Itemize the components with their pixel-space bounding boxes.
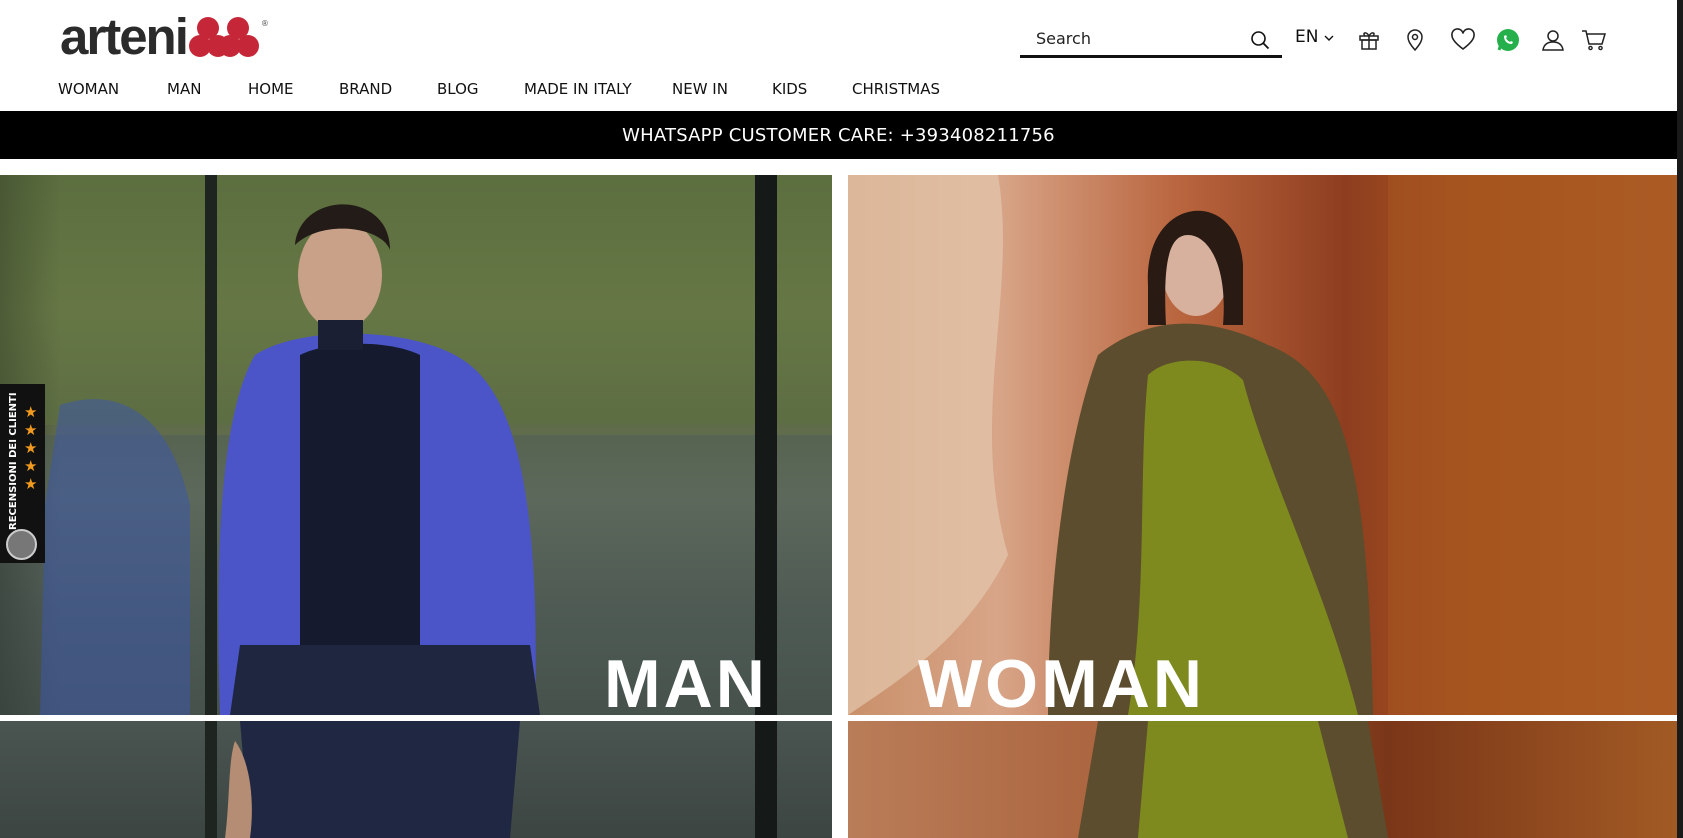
man-tile-continued[interactable] — [0, 721, 832, 838]
location-pin-icon[interactable] — [1402, 27, 1428, 53]
search-icon[interactable] — [1250, 30, 1270, 50]
gift-icon[interactable] — [1356, 27, 1382, 53]
logo-wordmark: arteni — [60, 8, 189, 65]
woman-tile-label: WOMAN — [918, 646, 1205, 715]
nav-item-christmas[interactable]: CHRISTMAS — [852, 80, 940, 98]
star-icon: ★ — [24, 475, 38, 493]
star-icon: ★ — [24, 439, 38, 457]
customer-care-banner[interactable]: WHATSAPP CUSTOMER CARE: +393408211756 — [0, 111, 1677, 159]
nav-item-new-in[interactable]: NEW IN — [672, 80, 728, 98]
heart-icon[interactable] — [1450, 27, 1476, 53]
reviews-label: RECENSIONI DEI CLIENTI — [8, 392, 19, 530]
logo-dots: ® — [188, 17, 269, 59]
arteni-logo[interactable]: arteni ® — [60, 8, 269, 65]
reviews-seal-icon — [6, 529, 37, 560]
man-tile-label: MAN — [604, 646, 768, 715]
cart-icon[interactable] — [1581, 27, 1607, 53]
language-selector[interactable]: EN — [1295, 27, 1334, 47]
star-icon: ★ — [24, 421, 38, 439]
whatsapp-icon[interactable] — [1495, 27, 1521, 53]
nav-item-brand[interactable]: BRAND — [339, 80, 392, 98]
user-icon[interactable] — [1540, 27, 1566, 53]
nav-item-man[interactable]: MAN — [167, 80, 201, 98]
nav-item-woman[interactable]: WOMAN — [58, 80, 119, 98]
woman-category-tile[interactable]: WOMAN — [848, 175, 1677, 715]
nav-item-kids[interactable]: KIDS — [772, 80, 807, 98]
man-category-tile[interactable]: MAN — [0, 175, 832, 715]
registered-mark: ® — [260, 19, 269, 28]
language-label: EN — [1295, 27, 1319, 47]
man-photo — [0, 175, 832, 715]
woman-photo — [848, 175, 1677, 715]
nav-item-made-in-italy[interactable]: MADE IN ITALY — [524, 80, 632, 98]
star-icon: ★ — [24, 403, 38, 421]
search-input[interactable] — [1036, 26, 1236, 50]
banner-text: WHATSAPP CUSTOMER CARE: +393408211756 — [622, 124, 1055, 146]
nav-item-blog[interactable]: BLOG — [437, 80, 479, 98]
site-header: arteni ® EN — [0, 0, 1677, 111]
woman-tile-continued[interactable] — [848, 721, 1677, 838]
scrollbar[interactable] — [1677, 0, 1683, 838]
search-box — [1020, 22, 1282, 58]
star-icon: ★ — [24, 457, 38, 475]
nav-item-home[interactable]: HOME — [248, 80, 294, 98]
customer-reviews-badge[interactable]: RECENSIONI DEI CLIENTI ★ ★ ★ ★ ★ — [0, 384, 45, 563]
chevron-down-icon — [1324, 27, 1334, 47]
